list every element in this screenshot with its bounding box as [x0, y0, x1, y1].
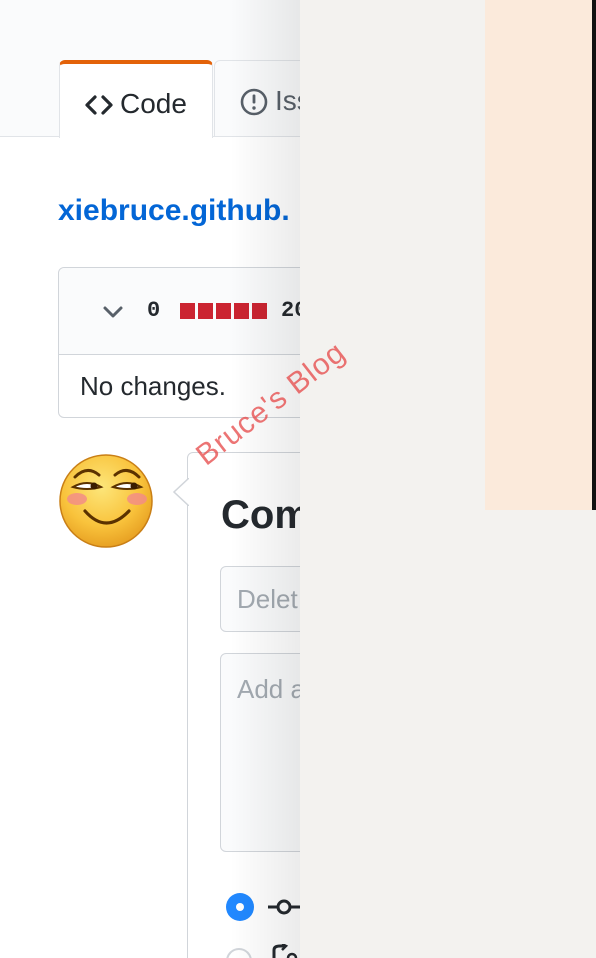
deletion-bars — [180, 303, 267, 319]
repo-link[interactable]: xiebruce.github. — [58, 194, 290, 228]
overlay-dark-edge — [592, 0, 596, 510]
diff-count-left: 0 — [147, 298, 161, 323]
comment-caret — [173, 478, 189, 506]
deletion-block — [216, 303, 231, 319]
github-page: Code Iss xiebruce.github. 0 — [0, 0, 300, 958]
pull-request-icon — [270, 942, 300, 958]
commit-icon — [268, 895, 300, 924]
comment-form-title: Com — [221, 493, 300, 537]
tab-code-label: Code — [120, 88, 187, 119]
deletion-block — [198, 303, 213, 319]
issue-icon — [239, 87, 269, 122]
avatar — [57, 451, 155, 549]
tab-code[interactable]: Code — [59, 60, 213, 138]
tab-issues-label: Iss — [275, 85, 300, 116]
code-icon — [84, 90, 114, 125]
description-textarea[interactable] — [220, 653, 300, 852]
tab-issues[interactable]: Iss — [214, 60, 300, 136]
deletion-block — [180, 303, 195, 319]
option-radio-selected[interactable] — [226, 893, 254, 921]
diff-count-right: 20 — [281, 298, 300, 323]
diff-file-header: 0 20 — [59, 268, 300, 355]
overlay-peach-block — [485, 0, 596, 510]
title-input[interactable] — [220, 566, 300, 632]
diff-message: No changes. — [80, 371, 226, 401]
deletion-block — [252, 303, 267, 319]
chevron-down-icon[interactable] — [101, 300, 125, 329]
deletion-block — [234, 303, 249, 319]
